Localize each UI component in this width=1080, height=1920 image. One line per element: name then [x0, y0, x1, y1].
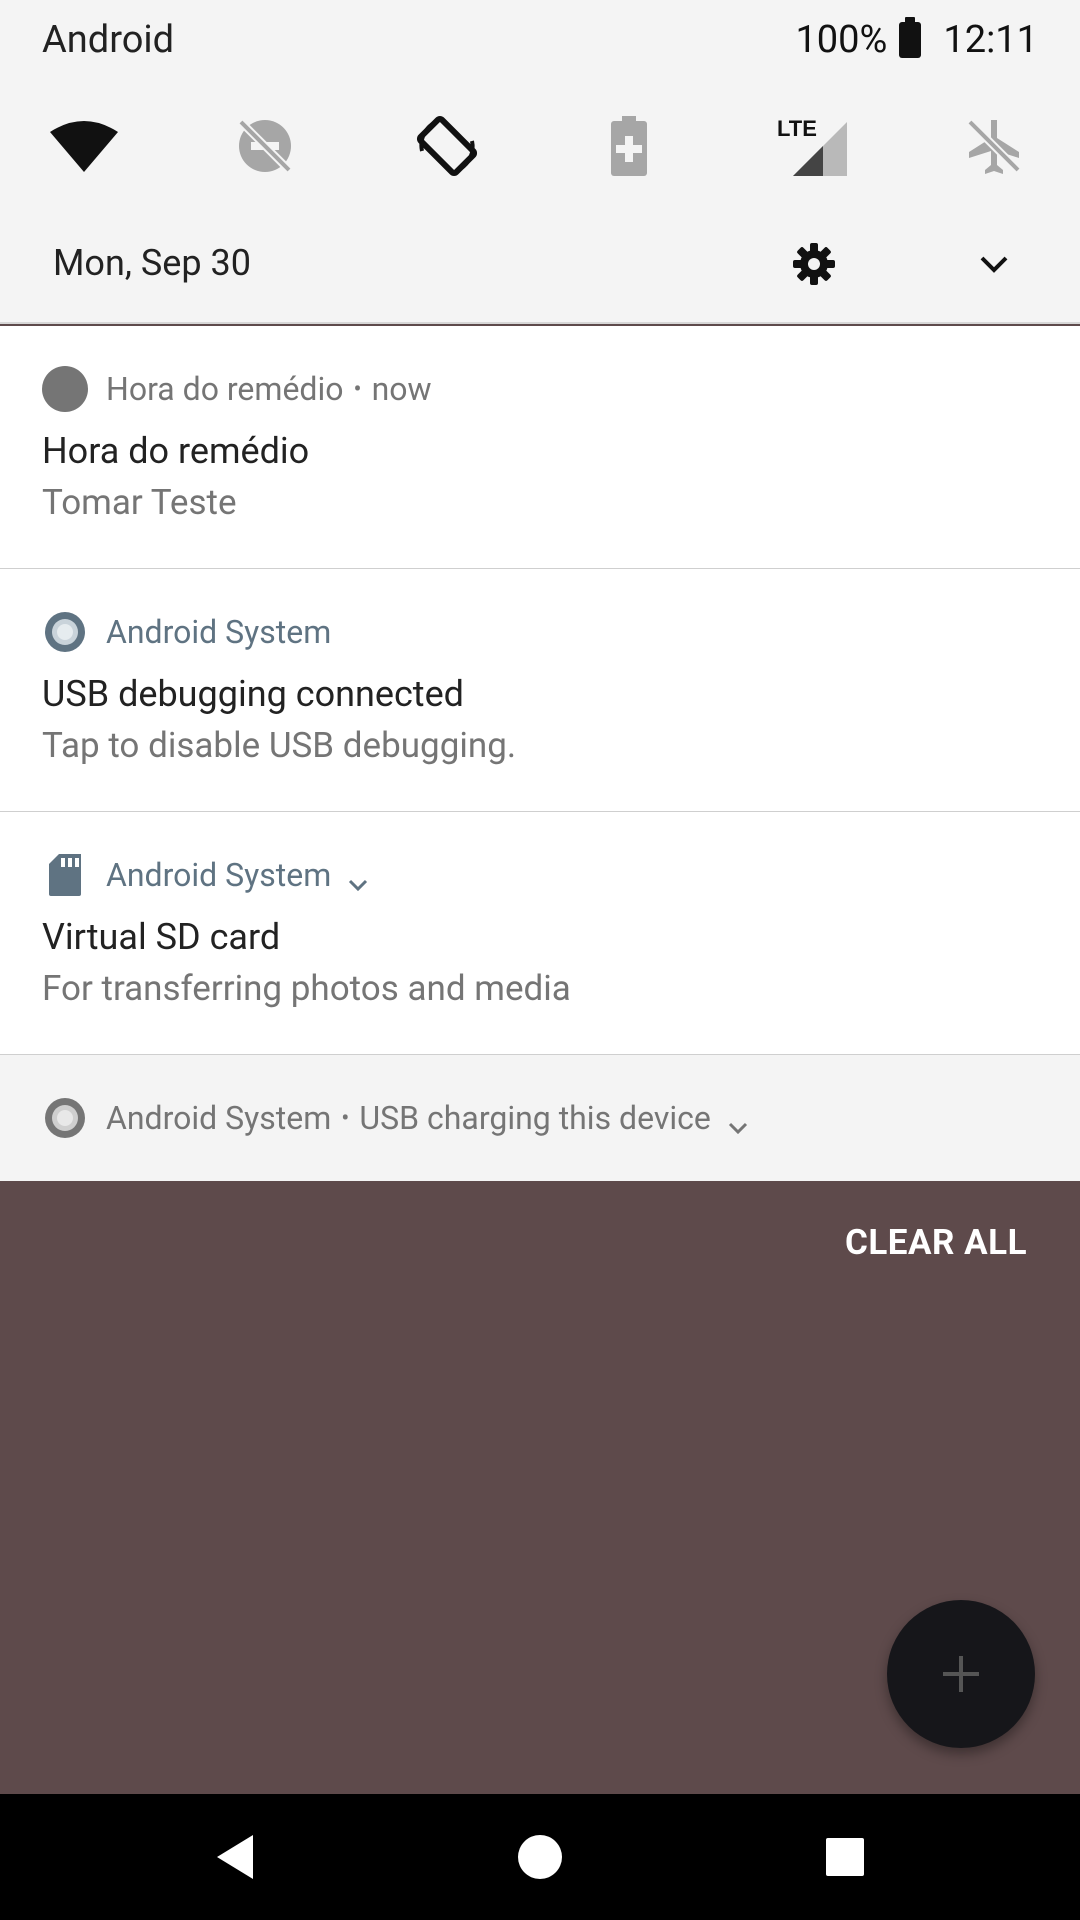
wifi-icon[interactable] [46, 108, 122, 184]
notification-usb-charging[interactable]: Android System • USB charging this devic… [0, 1055, 1080, 1181]
separator: • [353, 375, 362, 403]
app-name: Android System [106, 856, 332, 894]
app-name: Hora do remédio [106, 370, 344, 408]
notification-medication[interactable]: Hora do remédio • now Hora do remédio To… [0, 326, 1080, 569]
quick-settings-row: LTE [0, 108, 1080, 184]
lte-signal-icon[interactable]: LTE [775, 108, 851, 184]
date-label: Mon, Sep 30 [53, 242, 251, 284]
navigation-bar [0, 1794, 1080, 1920]
add-fab-button[interactable] [887, 1600, 1035, 1748]
home-icon[interactable] [515, 1832, 565, 1882]
app-circle-icon [42, 366, 88, 412]
notification-header: Android System • USB charging this devic… [42, 1095, 751, 1141]
notification-header: Android System [42, 609, 331, 655]
android-system-icon [42, 1095, 88, 1141]
notification-summary: USB charging this device [359, 1099, 711, 1137]
airplane-mode-off-icon[interactable] [956, 108, 1032, 184]
expand-chevron-icon[interactable] [345, 865, 371, 892]
app-name: Android System [106, 613, 332, 651]
sd-card-icon [42, 852, 88, 898]
battery-percent: 100% [795, 18, 888, 62]
expand-chevron-icon[interactable] [974, 248, 1014, 280]
notification-title: USB debugging connected [42, 673, 464, 715]
notification-text: For transferring photos and media [42, 968, 571, 1009]
settings-gear-icon[interactable] [792, 242, 836, 286]
back-icon[interactable] [210, 1832, 260, 1882]
recents-icon[interactable] [820, 1832, 870, 1882]
svg-text:LTE: LTE [777, 116, 817, 141]
clear-all-button[interactable]: CLEAR ALL [845, 1222, 1027, 1263]
battery-icon [899, 17, 922, 58]
carrier-label: Android [42, 18, 175, 62]
android-system-icon [42, 609, 88, 655]
notification-usb-debugging[interactable]: Android System USB debugging connected T… [0, 569, 1080, 812]
timestamp: now [371, 370, 432, 408]
notification-virtual-sd[interactable]: Android System Virtual SD card For trans… [0, 812, 1080, 1055]
expand-chevron-icon[interactable] [725, 1108, 751, 1135]
status-icons: 100% 12:11 [795, 17, 1038, 62]
app-name: Android System [106, 1099, 332, 1137]
auto-rotate-icon[interactable] [409, 108, 485, 184]
dnd-off-icon[interactable] [227, 108, 303, 184]
plus-icon [943, 1656, 979, 1692]
clock: 12:11 [943, 18, 1038, 62]
notification-header: Hora do remédio • now [42, 366, 432, 412]
battery-saver-icon[interactable] [591, 108, 667, 184]
separator: • [341, 1104, 350, 1132]
notification-title: Hora do remédio [42, 430, 310, 472]
quick-settings-panel: Android 100% 12:11 LTE Mon, Sep 30 [0, 0, 1080, 324]
notification-header: Android System [42, 852, 371, 898]
notification-text: Tap to disable USB debugging. [42, 725, 517, 766]
notification-title: Virtual SD card [42, 916, 281, 958]
notification-text: Tomar Teste [42, 482, 237, 523]
